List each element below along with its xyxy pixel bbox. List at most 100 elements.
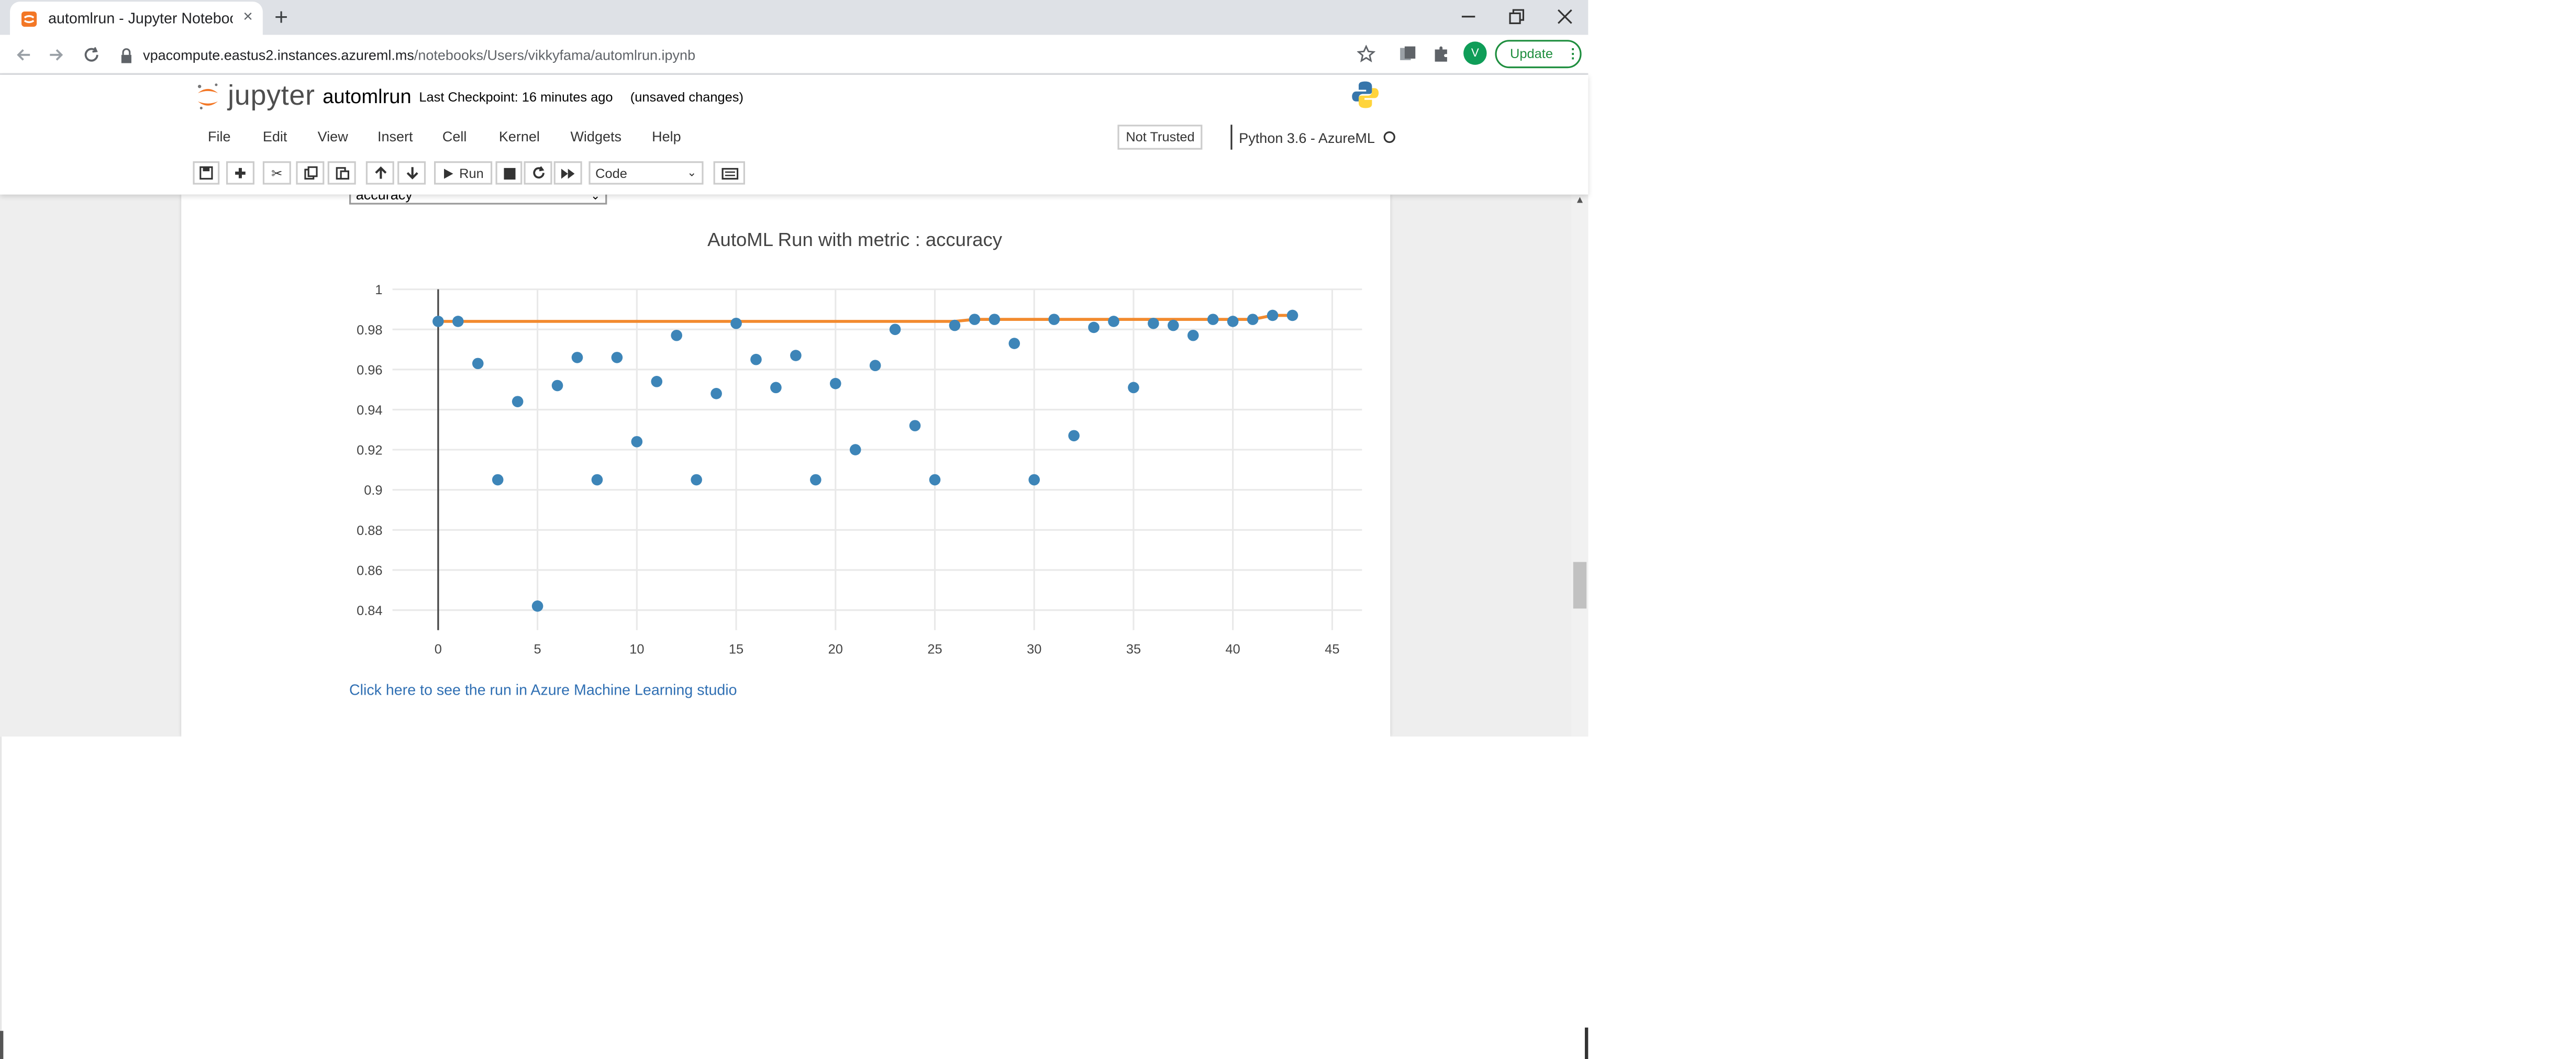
profile-avatar[interactable]: V (1463, 41, 1487, 65)
menu-widgets[interactable]: Widgets (570, 128, 621, 145)
data-point[interactable] (869, 360, 881, 372)
x-tick-label: 0 (435, 642, 442, 656)
data-point[interactable] (929, 474, 941, 486)
forward-button[interactable] (43, 41, 70, 68)
cell-type-select[interactable]: Code ⌄ (589, 161, 704, 185)
browser-tab[interactable]: automlrun - Jupyter Notebook × (10, 2, 263, 35)
data-point[interactable] (571, 352, 583, 363)
move-down-button[interactable] (397, 161, 426, 185)
data-point[interactable] (1108, 316, 1119, 327)
data-point[interactable] (531, 600, 543, 612)
data-point[interactable] (969, 314, 981, 325)
data-point[interactable] (949, 319, 961, 331)
data-point[interactable] (810, 474, 821, 486)
bookmark-star-button[interactable] (1353, 41, 1376, 64)
data-point[interactable] (492, 474, 504, 486)
run-label: Run (459, 165, 484, 181)
data-point[interactable] (1168, 319, 1179, 331)
scrollbar-thumb[interactable] (1573, 562, 1587, 609)
save-button[interactable] (193, 161, 220, 185)
data-point[interactable] (432, 316, 444, 327)
data-point[interactable] (1088, 321, 1100, 333)
data-point[interactable] (909, 420, 921, 431)
jupyter-logo[interactable]: jupyter (195, 80, 315, 113)
data-point[interactable] (1128, 382, 1139, 394)
y-tick-label: 0.9 (364, 483, 382, 498)
paste-button[interactable] (327, 161, 356, 185)
window-edge-marker (1584, 1027, 1589, 1059)
data-point[interactable] (1227, 316, 1239, 327)
restart-kernel-button[interactable] (524, 161, 552, 185)
interrupt-button[interactable] (495, 161, 523, 185)
menu-file[interactable]: File (208, 128, 231, 145)
data-point[interactable] (730, 317, 742, 329)
run-button[interactable]: Run (434, 161, 493, 185)
data-point[interactable] (829, 377, 841, 389)
data-point[interactable] (889, 324, 901, 336)
data-point[interactable] (989, 314, 1001, 325)
trust-status-button[interactable]: Not Trusted (1117, 125, 1203, 150)
data-point[interactable] (591, 474, 603, 486)
menu-view[interactable]: View (318, 128, 348, 145)
insert-cell-button[interactable]: ✚ (226, 161, 254, 185)
notebook-name[interactable]: automlrun (323, 85, 412, 108)
data-point[interactable] (1148, 317, 1159, 329)
jupyter-header: jupyter automlrun Last Checkpoint: 16 mi… (0, 74, 1589, 195)
data-point[interactable] (452, 316, 464, 327)
back-button[interactable] (10, 41, 37, 68)
scissors-icon: ✂ (271, 165, 283, 181)
y-tick-label: 0.84 (357, 604, 382, 618)
data-point[interactable] (770, 382, 782, 394)
data-point[interactable] (512, 396, 524, 407)
browser-update-button[interactable]: Update ⋮ (1495, 40, 1582, 69)
data-point[interactable] (790, 350, 802, 361)
kernel-name[interactable]: Python 3.6 - AzureML (1230, 125, 1375, 150)
data-point[interactable] (691, 474, 702, 486)
data-point[interactable] (1187, 329, 1199, 341)
data-point[interactable] (750, 353, 762, 365)
data-point[interactable] (1068, 430, 1080, 442)
data-point[interactable] (472, 358, 484, 370)
chart-marks (432, 309, 1298, 612)
copy-button[interactable] (296, 161, 325, 185)
data-point[interactable] (1028, 474, 1040, 486)
data-point[interactable] (671, 329, 683, 341)
restart-run-all-button[interactable] (553, 161, 582, 185)
menu-insert[interactable]: Insert (377, 128, 413, 145)
url-field[interactable]: vpacompute.eastus2.instances.azureml.ms/… (120, 40, 1384, 70)
data-point[interactable] (551, 380, 563, 392)
scroll-up-arrow-icon[interactable]: ▲ (1573, 195, 1586, 208)
data-point[interactable] (1286, 309, 1298, 321)
data-point[interactable] (1247, 314, 1259, 325)
accuracy-scatter-chart: AutoML Run with metric : accuracy 0.84 0.… (357, 229, 1362, 656)
data-point[interactable] (611, 352, 623, 363)
menu-edit[interactable]: Edit (263, 128, 287, 145)
tab-title: automlrun - Jupyter Notebook (48, 10, 234, 27)
close-window-button[interactable] (1540, 3, 1590, 30)
data-point[interactable] (1267, 309, 1279, 321)
data-point[interactable] (1207, 314, 1219, 325)
data-point[interactable] (710, 388, 722, 399)
data-point[interactable] (651, 376, 663, 387)
data-point[interactable] (849, 444, 861, 455)
move-up-button[interactable] (365, 161, 394, 185)
menu-help[interactable]: Help (652, 128, 681, 145)
page-scrollbar[interactable]: ▲ (1571, 194, 1589, 737)
cut-button[interactable]: ✂ (262, 161, 291, 185)
python-logo-icon (1352, 81, 1379, 108)
reload-button[interactable] (78, 41, 105, 68)
menu-kernel[interactable]: Kernel (499, 128, 540, 145)
unsaved-status: (unsaved changes) (630, 90, 743, 105)
tab-close-icon[interactable]: × (243, 9, 253, 27)
minimize-button[interactable] (1444, 3, 1493, 30)
data-point[interactable] (631, 436, 643, 448)
new-tab-button[interactable]: + (274, 5, 288, 28)
data-point[interactable] (1048, 314, 1060, 325)
menu-cell[interactable]: Cell (442, 128, 467, 145)
restore-button[interactable] (1492, 3, 1541, 30)
data-point[interactable] (1008, 338, 1020, 349)
extension-button[interactable] (1395, 41, 1418, 64)
extensions-menu-button[interactable] (1428, 41, 1451, 64)
checkpoint-status: Last Checkpoint: 16 minutes ago (419, 90, 613, 105)
command-palette-button[interactable] (713, 161, 745, 185)
